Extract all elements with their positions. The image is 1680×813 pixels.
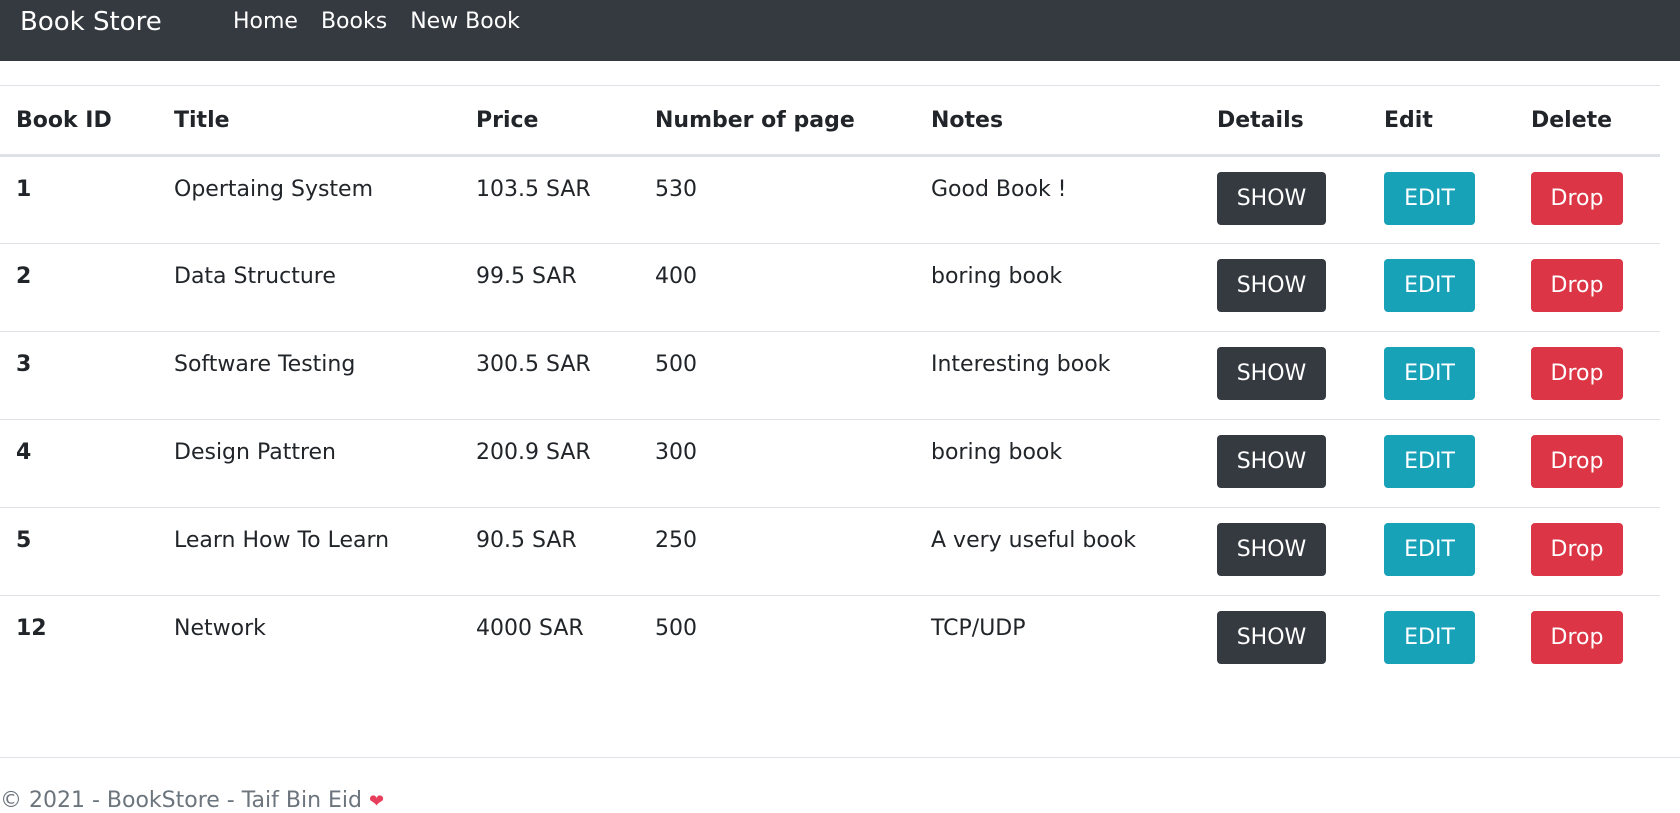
cell-delete: Drop bbox=[1515, 243, 1660, 332]
cell-edit: EDIT bbox=[1368, 243, 1515, 332]
header-delete: Delete bbox=[1515, 85, 1660, 157]
cell-delete: Drop bbox=[1515, 507, 1660, 596]
table-row: 2 Data Structure 99.5 SAR 400 boring book SHO… bbox=[0, 243, 1660, 332]
cell-title: Opertaing System bbox=[158, 155, 460, 244]
cell-pages: 250 bbox=[639, 507, 915, 596]
cell-book-id: 5 bbox=[0, 507, 158, 596]
header-edit: Edit bbox=[1368, 85, 1515, 157]
drop-button[interactable]: Drop bbox=[1531, 259, 1623, 312]
cell-price: 200.9 SAR bbox=[460, 419, 639, 508]
cell-notes: TCP/UDP bbox=[931, 616, 1026, 641]
show-button[interactable]: SHOW bbox=[1217, 523, 1326, 576]
cell-price: 300.5 SAR bbox=[460, 331, 639, 420]
drop-button[interactable]: Drop bbox=[1531, 611, 1623, 664]
nav-link-books[interactable]: Books bbox=[321, 8, 387, 36]
cell-details: SHOW bbox=[1201, 596, 1368, 684]
header-price: Price bbox=[460, 85, 639, 157]
books-table: Book ID Title Price Number of page Notes… bbox=[0, 85, 1660, 684]
heart-icon: ❤ bbox=[368, 791, 385, 812]
table-row: 1 Opertaing System 103.5 SAR 530 Good Book !… bbox=[0, 155, 1660, 244]
header-notes: Notes bbox=[915, 85, 1201, 157]
cell-pages: 500 bbox=[639, 331, 915, 420]
table-row: 4 Design Pattren 200.9 SAR 300 boring book SH… bbox=[0, 419, 1660, 508]
cell-title: Learn How To Learn bbox=[158, 507, 460, 596]
drop-button[interactable]: Drop bbox=[1531, 523, 1623, 576]
table-row: 3 Software Testing 300.5 SAR 500 Interesting… bbox=[0, 331, 1660, 420]
drop-button[interactable]: Drop bbox=[1531, 435, 1623, 488]
cell-title: Data Structure bbox=[158, 243, 460, 332]
cell-edit: EDIT bbox=[1368, 331, 1515, 420]
drop-button[interactable]: Drop bbox=[1531, 347, 1623, 400]
cell-delete: Drop bbox=[1515, 596, 1660, 684]
cell-price: 90.5 SAR bbox=[460, 507, 639, 596]
cell-edit: EDIT bbox=[1368, 507, 1515, 596]
cell-title: Software Testing bbox=[158, 331, 460, 420]
edit-button[interactable]: EDIT bbox=[1384, 435, 1475, 488]
table-body: 1 Opertaing System 103.5 SAR 530 Good Book !… bbox=[0, 155, 1660, 684]
cell-notes: boring book bbox=[915, 419, 1201, 508]
books-table-container: Book ID Title Price Number of page Notes… bbox=[0, 85, 1660, 684]
cell-pages: 400 bbox=[639, 243, 915, 332]
nav-link-home[interactable]: Home bbox=[233, 8, 298, 36]
footer: © 2021 - BookStore - Taif Bin Eid ❤ bbox=[0, 757, 1680, 813]
nav-link-new-book[interactable]: New Book bbox=[410, 8, 520, 36]
cell-title: Design Pattren bbox=[158, 419, 460, 508]
cell-details: SHOW bbox=[1201, 507, 1368, 596]
cell-title: Network bbox=[174, 616, 266, 641]
edit-button[interactable]: EDIT bbox=[1384, 259, 1475, 312]
show-button[interactable]: SHOW bbox=[1217, 435, 1326, 488]
cell-details: SHOW bbox=[1201, 243, 1368, 332]
cell-pages: 300 bbox=[639, 419, 915, 508]
cell-book-id: 1 bbox=[0, 155, 158, 244]
cell-book-id: 12 bbox=[16, 616, 47, 641]
cell-notes: Good Book ! bbox=[915, 155, 1201, 244]
header-book-id: Book ID bbox=[0, 85, 158, 157]
table-row: 12 Network 4000 SAR 500 TCP/UDP SHOW EDIT Drop bbox=[0, 596, 1660, 684]
edit-button[interactable]: EDIT bbox=[1384, 172, 1475, 225]
show-button[interactable]: SHOW bbox=[1217, 172, 1326, 225]
edit-button[interactable]: EDIT bbox=[1384, 611, 1475, 664]
cell-notes: Interesting book bbox=[915, 331, 1201, 420]
cell-edit: EDIT bbox=[1368, 419, 1515, 508]
cell-pages: 500 bbox=[655, 616, 697, 641]
cell-edit: EDIT bbox=[1368, 596, 1515, 684]
show-button[interactable]: SHOW bbox=[1217, 259, 1326, 312]
cell-details: SHOW bbox=[1201, 155, 1368, 244]
cell-book-id: 3 bbox=[0, 331, 158, 420]
show-button[interactable]: SHOW bbox=[1217, 347, 1326, 400]
edit-button[interactable]: EDIT bbox=[1384, 523, 1475, 576]
cell-notes: A very useful book bbox=[915, 507, 1201, 596]
cell-edit: EDIT bbox=[1368, 155, 1515, 244]
cell-details: SHOW bbox=[1201, 419, 1368, 508]
edit-button[interactable]: EDIT bbox=[1384, 347, 1475, 400]
cell-pages: 530 bbox=[639, 155, 915, 244]
header-title: Title bbox=[158, 85, 460, 157]
brand-link[interactable]: Book Store bbox=[20, 4, 162, 40]
table-header-row: Book ID Title Price Number of page Notes… bbox=[0, 85, 1660, 157]
cell-price: 4000 SAR bbox=[476, 616, 584, 641]
navbar: Book Store Home Books New Book bbox=[0, 0, 1680, 61]
table-row: 5 Learn How To Learn 90.5 SAR 250 A very use… bbox=[0, 507, 1660, 596]
footer-text: © 2021 - BookStore - Taif Bin Eid bbox=[0, 788, 362, 813]
cell-price: 103.5 SAR bbox=[460, 155, 639, 244]
drop-button[interactable]: Drop bbox=[1531, 172, 1623, 225]
header-details: Details bbox=[1201, 85, 1368, 157]
show-button[interactable]: SHOW bbox=[1217, 611, 1326, 664]
nav-links: Home Books New Book bbox=[233, 8, 543, 36]
header-pages: Number of page bbox=[639, 85, 915, 157]
cell-book-id: 2 bbox=[0, 243, 158, 332]
cell-notes: boring book bbox=[915, 243, 1201, 332]
cell-price: 99.5 SAR bbox=[460, 243, 639, 332]
cell-delete: Drop bbox=[1515, 419, 1660, 508]
cell-delete: Drop bbox=[1515, 155, 1660, 244]
cell-book-id: 4 bbox=[0, 419, 158, 508]
cell-details: SHOW bbox=[1201, 331, 1368, 420]
cell-delete: Drop bbox=[1515, 331, 1660, 420]
